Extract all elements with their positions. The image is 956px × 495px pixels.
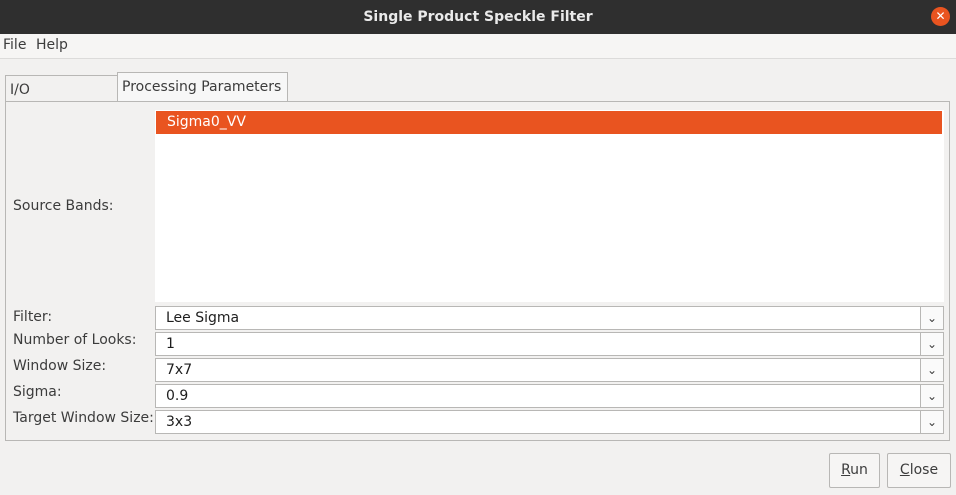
chevron-down-icon[interactable]: ⌄ (920, 410, 944, 434)
chevron-down-icon[interactable]: ⌄ (920, 332, 944, 356)
run-button[interactable]: Run (829, 453, 880, 488)
window-size-label: Window Size: (13, 358, 107, 374)
source-bands-label: Source Bands: (13, 198, 114, 214)
sigma-select[interactable]: 0.9 (155, 384, 921, 408)
number-of-looks-label: Number of Looks: (13, 332, 137, 348)
sigma-label: Sigma: (13, 384, 62, 400)
menu-bar: File Help (0, 34, 956, 59)
close-button[interactable]: Close (887, 453, 951, 488)
menu-help[interactable]: Help (36, 37, 68, 53)
filter-select[interactable]: Lee Sigma (155, 306, 921, 330)
window-title: Single Product Speckle Filter (363, 9, 593, 25)
close-icon[interactable]: ✕ (931, 7, 950, 26)
chevron-down-icon[interactable]: ⌄ (920, 384, 944, 408)
target-window-size-label: Target Window Size: (13, 410, 154, 426)
tab-processing-parameters[interactable]: Processing Parameters (117, 72, 288, 102)
window-size-select[interactable]: 7x7 (155, 358, 921, 382)
chevron-down-icon[interactable]: ⌄ (920, 306, 944, 330)
tab-io-parameters[interactable]: I/O Parameters (5, 75, 118, 126)
title-bar: Single Product Speckle Filter ✕ (0, 0, 956, 34)
source-bands-list[interactable]: Sigma0_VV (155, 110, 944, 302)
menu-file[interactable]: File (3, 37, 26, 53)
list-item[interactable]: Sigma0_VV (156, 111, 942, 134)
filter-label: Filter: (13, 309, 53, 325)
number-of-looks-select[interactable]: 1 (155, 332, 921, 356)
chevron-down-icon[interactable]: ⌄ (920, 358, 944, 382)
target-window-size-select[interactable]: 3x3 (155, 410, 921, 434)
